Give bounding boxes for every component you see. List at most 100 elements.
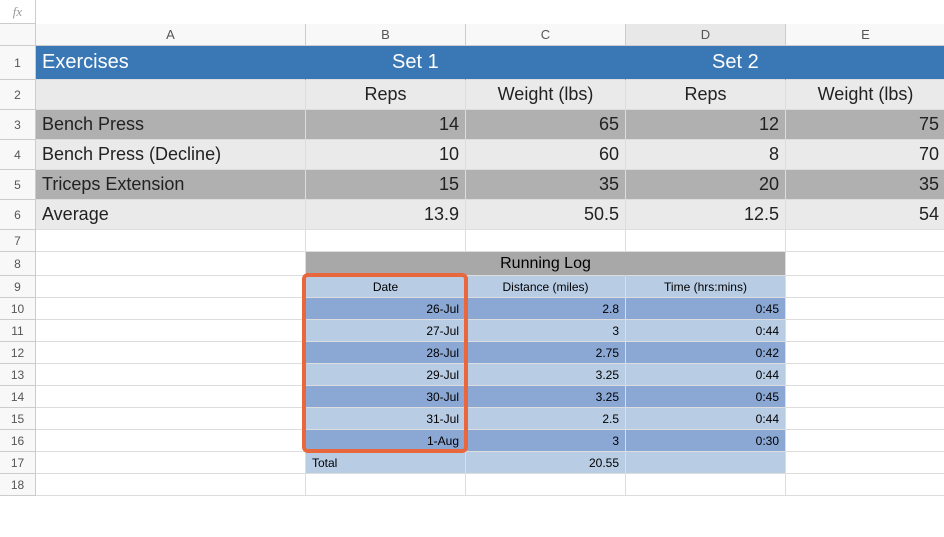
cell-A13[interactable]	[36, 364, 306, 386]
cell-B16[interactable]: 1-Aug	[306, 430, 466, 452]
cell-B2[interactable]: Reps	[306, 80, 466, 110]
cell-D14[interactable]: 0:45	[626, 386, 786, 408]
row-header-13[interactable]: 13	[0, 364, 36, 386]
cell-D6[interactable]: 12.5	[626, 200, 786, 230]
cell-A12[interactable]	[36, 342, 306, 364]
row-header-8[interactable]: 8	[0, 252, 36, 276]
cell-A17[interactable]	[36, 452, 306, 474]
cell-A14[interactable]	[36, 386, 306, 408]
cell-E4[interactable]: 70	[786, 140, 944, 170]
cell-B6[interactable]: 13.9	[306, 200, 466, 230]
cell-E15[interactable]	[786, 408, 944, 430]
cell-A18[interactable]	[36, 474, 306, 496]
cell-C12[interactable]: 2.75	[466, 342, 626, 364]
cell-E13[interactable]	[786, 364, 944, 386]
cell-E2[interactable]: Weight (lbs)	[786, 80, 944, 110]
cell-B12[interactable]: 28-Jul	[306, 342, 466, 364]
cell-D17[interactable]	[626, 452, 786, 474]
select-all-corner[interactable]	[0, 24, 36, 46]
cell-E10[interactable]	[786, 298, 944, 320]
cell-D11[interactable]: 0:44	[626, 320, 786, 342]
row-header-18[interactable]: 18	[0, 474, 36, 496]
cell-E16[interactable]	[786, 430, 944, 452]
cell-B4[interactable]: 10	[306, 140, 466, 170]
cell-E12[interactable]	[786, 342, 944, 364]
cell-D2[interactable]: Reps	[626, 80, 786, 110]
row-header-11[interactable]: 11	[0, 320, 36, 342]
row-header-6[interactable]: 6	[0, 200, 36, 230]
cell-D3[interactable]: 12	[626, 110, 786, 140]
cell-D7[interactable]	[626, 230, 786, 252]
cell-C10[interactable]: 2.8	[466, 298, 626, 320]
row-header-9[interactable]: 9	[0, 276, 36, 298]
row-header-3[interactable]: 3	[0, 110, 36, 140]
cell-E7[interactable]	[786, 230, 944, 252]
cell-D16[interactable]: 0:30	[626, 430, 786, 452]
row-header-1[interactable]: 1	[0, 46, 36, 80]
cell-D4[interactable]: 8	[626, 140, 786, 170]
cell-C2[interactable]: Weight (lbs)	[466, 80, 626, 110]
row-header-7[interactable]: 7	[0, 230, 36, 252]
cell-D8[interactable]	[626, 252, 786, 276]
cell-C16[interactable]: 3	[466, 430, 626, 452]
cell-E8[interactable]	[786, 252, 944, 276]
cell-E1[interactable]: Set 2	[786, 46, 944, 80]
cell-A16[interactable]	[36, 430, 306, 452]
cell-C14[interactable]: 3.25	[466, 386, 626, 408]
cell-B14[interactable]: 30-Jul	[306, 386, 466, 408]
cell-B10[interactable]: 26-Jul	[306, 298, 466, 320]
cell-A6[interactable]: Average	[36, 200, 306, 230]
col-header-D[interactable]: D	[626, 24, 786, 46]
cell-D13[interactable]: 0:44	[626, 364, 786, 386]
cell-C6[interactable]: 50.5	[466, 200, 626, 230]
cell-A10[interactable]	[36, 298, 306, 320]
cell-A4[interactable]: Bench Press (Decline)	[36, 140, 306, 170]
row-header-17[interactable]: 17	[0, 452, 36, 474]
cell-D18[interactable]	[626, 474, 786, 496]
col-header-B[interactable]: B	[306, 24, 466, 46]
cell-C3[interactable]: 65	[466, 110, 626, 140]
cell-B8[interactable]	[306, 252, 466, 276]
col-header-A[interactable]: A	[36, 24, 306, 46]
cell-D9[interactable]: Time (hrs:mins)	[626, 276, 786, 298]
row-header-12[interactable]: 12	[0, 342, 36, 364]
row-header-2[interactable]: 2	[0, 80, 36, 110]
cell-A5[interactable]: Triceps Extension	[36, 170, 306, 200]
cell-E14[interactable]	[786, 386, 944, 408]
cell-C18[interactable]	[466, 474, 626, 496]
cell-C1[interactable]: Set 1	[466, 46, 626, 80]
cell-C15[interactable]: 2.5	[466, 408, 626, 430]
cell-B15[interactable]: 31-Jul	[306, 408, 466, 430]
row-header-15[interactable]: 15	[0, 408, 36, 430]
cell-C8[interactable]: Running Log	[466, 252, 626, 276]
cell-A2[interactable]	[36, 80, 306, 110]
cell-E6[interactable]: 54	[786, 200, 944, 230]
cell-B13[interactable]: 29-Jul	[306, 364, 466, 386]
cell-E18[interactable]	[786, 474, 944, 496]
cell-E3[interactable]: 75	[786, 110, 944, 140]
cell-C4[interactable]: 60	[466, 140, 626, 170]
cell-C17[interactable]: 20.55	[466, 452, 626, 474]
cell-B18[interactable]	[306, 474, 466, 496]
cell-C13[interactable]: 3.25	[466, 364, 626, 386]
cell-D10[interactable]: 0:45	[626, 298, 786, 320]
cell-B7[interactable]	[306, 230, 466, 252]
cell-A3[interactable]: Bench Press	[36, 110, 306, 140]
cell-A9[interactable]	[36, 276, 306, 298]
cell-A15[interactable]	[36, 408, 306, 430]
cell-B17[interactable]: Total	[306, 452, 466, 474]
row-header-4[interactable]: 4	[0, 140, 36, 170]
cell-C5[interactable]: 35	[466, 170, 626, 200]
cell-E9[interactable]	[786, 276, 944, 298]
row-header-5[interactable]: 5	[0, 170, 36, 200]
col-header-E[interactable]: E	[786, 24, 944, 46]
row-header-14[interactable]: 14	[0, 386, 36, 408]
cell-C7[interactable]	[466, 230, 626, 252]
cell-E11[interactable]	[786, 320, 944, 342]
cell-B9[interactable]: Date	[306, 276, 466, 298]
cell-D15[interactable]: 0:44	[626, 408, 786, 430]
cell-C9[interactable]: Distance (miles)	[466, 276, 626, 298]
cell-A7[interactable]	[36, 230, 306, 252]
cell-E5[interactable]: 35	[786, 170, 944, 200]
formula-input[interactable]	[36, 0, 944, 24]
